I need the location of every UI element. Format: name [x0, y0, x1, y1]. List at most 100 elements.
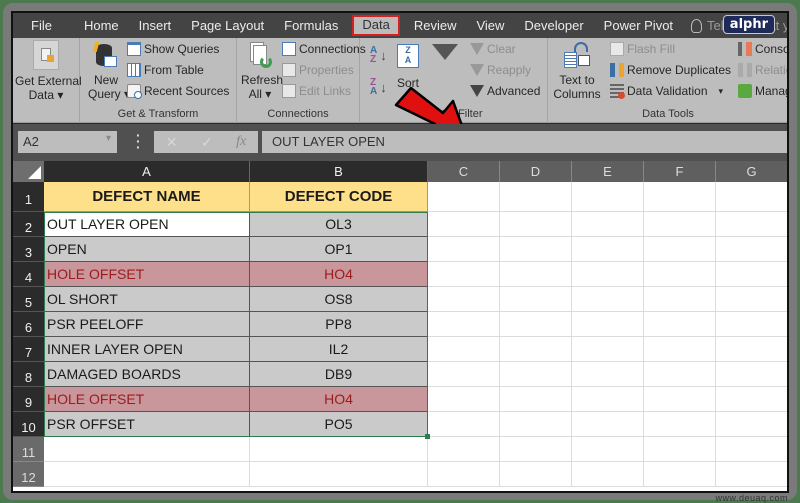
tab-file[interactable]: File — [13, 15, 74, 36]
cell-c6[interactable] — [428, 312, 500, 337]
defect-code-cell[interactable]: HO4 — [250, 262, 428, 287]
spreadsheet-grid[interactable]: A B C D E F G 1 2 3 4 5 6 7 8 9 10 11 12 DEFECT NAME DEFECT … — [13, 161, 787, 491]
row-header-2[interactable]: 2 — [13, 212, 44, 237]
cell-f2[interactable] — [644, 212, 716, 237]
column-header-c[interactable]: C — [428, 161, 500, 182]
fill-handle[interactable] — [425, 434, 430, 439]
cell-c11[interactable] — [428, 437, 500, 462]
cell-c7[interactable] — [428, 337, 500, 362]
cell-g3[interactable] — [716, 237, 787, 262]
cell-f10[interactable] — [644, 412, 716, 437]
cell-g8[interactable] — [716, 362, 787, 387]
cell-a12[interactable] — [44, 462, 250, 487]
flash-fill-button[interactable]: Flash Fill — [610, 42, 675, 56]
tab-page-layout[interactable]: Page Layout — [181, 15, 274, 36]
filter-button[interactable] — [430, 44, 460, 60]
properties-button[interactable]: Properties — [282, 63, 354, 77]
row-header-9[interactable]: 9 — [13, 387, 44, 412]
column-header-f[interactable]: F — [644, 161, 716, 182]
row-header-5[interactable]: 5 — [13, 287, 44, 312]
clear-filter-button[interactable]: Clear — [470, 42, 516, 56]
text-to-columns-button[interactable]: Text to Columns — [552, 42, 602, 101]
cancel-icon[interactable]: ✕ — [166, 134, 178, 151]
defect-name-cell[interactable]: PSR PEELOFF — [44, 312, 250, 337]
row-header-11[interactable]: 11 — [13, 437, 44, 462]
formula-input[interactable]: OUT LAYER OPEN — [262, 131, 787, 153]
column-header-e[interactable]: E — [572, 161, 644, 182]
defect-code-cell[interactable]: OP1 — [250, 237, 428, 262]
relationships-button[interactable]: Relations — [738, 63, 787, 77]
cell-e10[interactable] — [572, 412, 644, 437]
defect-name-cell[interactable]: OPEN — [44, 237, 250, 262]
recent-sources-button[interactable]: Recent Sources — [127, 84, 229, 99]
new-query-button[interactable]: New Query ▾ — [88, 42, 130, 101]
formula-bar-grip-icon[interactable]: · · · — [136, 128, 141, 154]
column-header-g[interactable]: G — [716, 161, 787, 182]
defect-code-cell[interactable]: PP8 — [250, 312, 428, 337]
defect-code-cell[interactable]: DB9 — [250, 362, 428, 387]
cell-f7[interactable] — [644, 337, 716, 362]
connections-button[interactable]: Connections — [282, 42, 366, 56]
cell-f12[interactable] — [644, 462, 716, 487]
cell-f9[interactable] — [644, 387, 716, 412]
edit-links-button[interactable]: Edit Links — [282, 84, 351, 98]
cell-f6[interactable] — [644, 312, 716, 337]
cell-e3[interactable] — [572, 237, 644, 262]
cell-e5[interactable] — [572, 287, 644, 312]
tab-formulas[interactable]: Formulas — [274, 15, 348, 36]
row-header-6[interactable]: 6 — [13, 312, 44, 337]
tab-view[interactable]: View — [466, 15, 514, 36]
cell-e7[interactable] — [572, 337, 644, 362]
column-header-b[interactable]: B — [250, 161, 428, 182]
cell-d8[interactable] — [500, 362, 572, 387]
select-all-button[interactable] — [13, 161, 44, 182]
cell-c8[interactable] — [428, 362, 500, 387]
cell-d11[interactable] — [500, 437, 572, 462]
sort-a-z-button[interactable]: AZ ↓ — [370, 46, 387, 65]
cell-c5[interactable] — [428, 287, 500, 312]
data-validation-dropdown[interactable]: ▾ — [719, 86, 724, 97]
data-validation-button[interactable]: Data Validation ▾ — [610, 84, 724, 99]
cell-f4[interactable] — [644, 262, 716, 287]
defect-name-cell[interactable]: OL SHORT — [44, 287, 250, 312]
tab-data[interactable]: Data — [352, 15, 400, 36]
cell-g7[interactable] — [716, 337, 787, 362]
row-header-3[interactable]: 3 — [13, 237, 44, 262]
cell-e2[interactable] — [572, 212, 644, 237]
sort-z-a-button[interactable]: ZA ↓ — [370, 78, 387, 97]
cell-d2[interactable] — [500, 212, 572, 237]
defect-code-cell[interactable]: HO4 — [250, 387, 428, 412]
get-external-data-button[interactable]: Get External Data ▾ — [15, 40, 82, 102]
cell-g5[interactable] — [716, 287, 787, 312]
defect-name-cell[interactable]: INNER LAYER OPEN — [44, 337, 250, 362]
remove-duplicates-button[interactable]: Remove Duplicates — [610, 63, 731, 77]
cell-f8[interactable] — [644, 362, 716, 387]
defect-code-cell[interactable]: OL3 — [250, 212, 428, 237]
cell-g4[interactable] — [716, 262, 787, 287]
name-box[interactable]: A2 ▾ — [18, 131, 117, 153]
cell-c9[interactable] — [428, 387, 500, 412]
cell-d9[interactable] — [500, 387, 572, 412]
cell-b11[interactable] — [250, 437, 428, 462]
manage-data-model-button[interactable]: Manage — [738, 84, 787, 98]
cell-d3[interactable] — [500, 237, 572, 262]
cell-g10[interactable] — [716, 412, 787, 437]
insert-function-icon[interactable]: fx — [236, 134, 246, 150]
cell-e8[interactable] — [572, 362, 644, 387]
cell-g6[interactable] — [716, 312, 787, 337]
row-header-8[interactable]: 8 — [13, 362, 44, 387]
defect-name-cell[interactable]: OUT LAYER OPEN — [44, 212, 250, 237]
cell-c4[interactable] — [428, 262, 500, 287]
defect-code-cell[interactable]: PO5 — [250, 412, 428, 437]
show-queries-button[interactable]: Show Queries — [127, 42, 219, 56]
defect-name-cell[interactable]: DAMAGED BOARDS — [44, 362, 250, 387]
cell-c10[interactable] — [428, 412, 500, 437]
defect-code-cell[interactable]: IL2 — [250, 337, 428, 362]
tab-developer[interactable]: Developer — [514, 15, 593, 36]
tab-review[interactable]: Review — [404, 15, 467, 36]
cell-d4[interactable] — [500, 262, 572, 287]
cell-e4[interactable] — [572, 262, 644, 287]
reapply-button[interactable]: Reapply — [470, 63, 531, 77]
cell-e12[interactable] — [572, 462, 644, 487]
cell-g2[interactable] — [716, 212, 787, 237]
